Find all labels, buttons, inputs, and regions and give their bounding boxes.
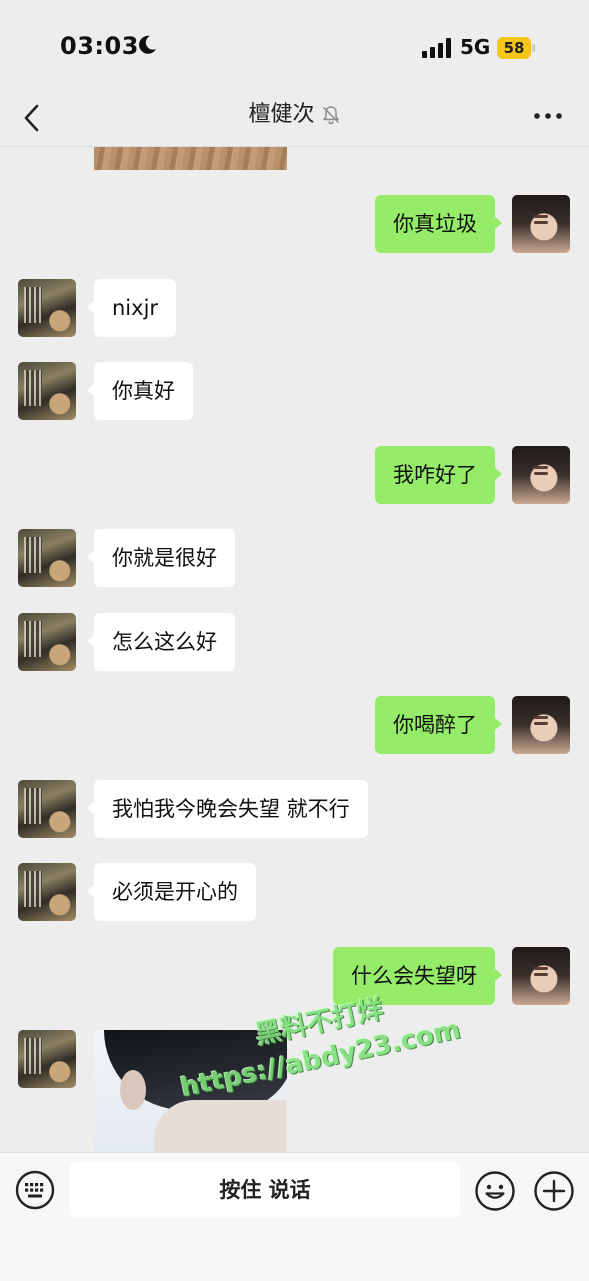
input-bar: 按住 说话 (0, 1152, 589, 1281)
my-avatar[interactable] (512, 446, 570, 504)
message-bubble-incoming[interactable]: nixjr (86, 279, 177, 337)
battery-level: 58 (503, 39, 525, 57)
more-icon[interactable] (533, 110, 563, 122)
contact-avatar[interactable] (18, 529, 76, 587)
message-bubble-incoming[interactable]: 你真好 (87, 362, 193, 420)
contact-avatar[interactable] (18, 362, 76, 420)
message-bubble-outgoing[interactable]: 我咋好了 (375, 446, 502, 504)
signal-icon (422, 38, 451, 58)
chat-title: 檀健次 (248, 102, 315, 127)
contact-avatar[interactable] (18, 863, 76, 921)
emoji-icon[interactable] (474, 1170, 516, 1212)
title-container: 檀健次 (0, 92, 589, 146)
plus-icon[interactable] (533, 1170, 575, 1212)
image-message-partial[interactable] (94, 147, 287, 170)
contact-avatar[interactable] (18, 279, 76, 337)
status-bar: 03:03 5G 58 (0, 0, 589, 92)
message-bubble-outgoing[interactable]: 你真垃圾 (375, 195, 502, 253)
my-avatar[interactable] (512, 696, 570, 754)
network-type: 5G (460, 35, 491, 59)
message-bubble-incoming[interactable]: 怎么这么好 (87, 613, 235, 671)
contact-avatar[interactable] (18, 780, 76, 838)
message-bubble-incoming[interactable]: 你就是很好 (87, 529, 235, 587)
mute-bell-icon (322, 106, 339, 125)
my-avatar[interactable] (512, 947, 570, 1005)
hold-to-talk-button[interactable]: 按住 说话 (70, 1162, 460, 1218)
chat-header: 檀健次 (0, 92, 589, 147)
my-avatar[interactable] (512, 195, 570, 253)
moon-icon (139, 35, 156, 54)
keyboard-icon[interactable] (15, 1170, 55, 1210)
message-bubble-incoming[interactable]: 必须是开心的 (87, 863, 256, 921)
message-list[interactable]: 你真垃圾 nixjr 你真好 我咋好了 你就是很好 怎么这么好 你喝醉了 我怕我… (0, 147, 589, 1152)
contact-avatar[interactable] (18, 1030, 76, 1088)
contact-avatar[interactable] (18, 613, 76, 671)
message-bubble-incoming[interactable]: 我怕我今晚会失望 就不行 (87, 780, 368, 838)
status-time: 03:03 (60, 32, 139, 60)
message-bubble-outgoing[interactable]: 你喝醉了 (375, 696, 502, 754)
battery-icon: 58 (497, 37, 535, 59)
